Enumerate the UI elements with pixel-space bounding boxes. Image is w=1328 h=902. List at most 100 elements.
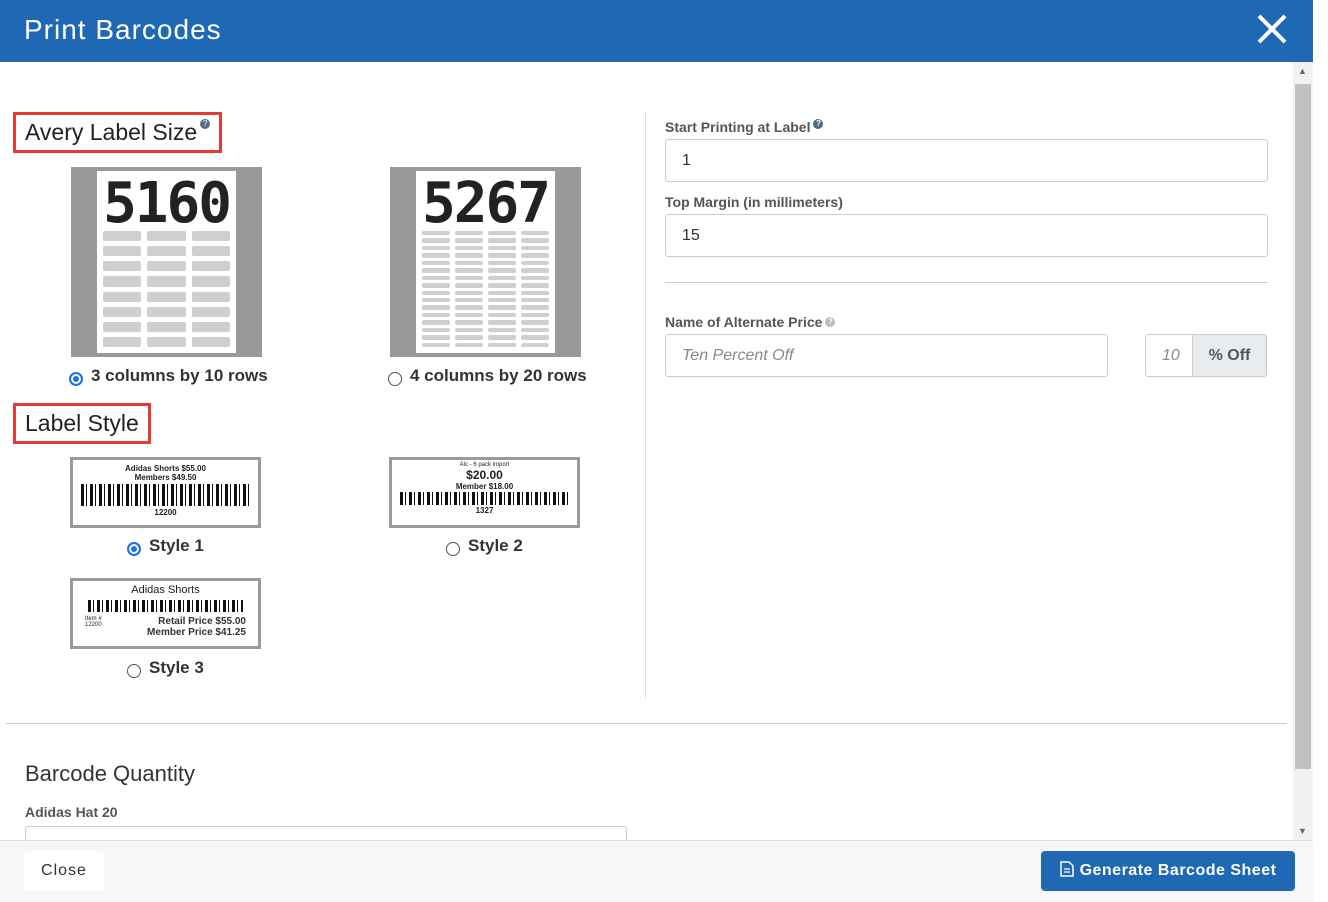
label-cell	[455, 260, 483, 266]
preview-text: 12200	[154, 508, 177, 517]
label-cell	[422, 283, 450, 288]
modal-footer: Close Generate Barcode Sheet	[0, 840, 1313, 902]
label-cell	[488, 231, 516, 236]
sheet-5160-image[interactable]: 5160	[71, 167, 262, 357]
radio-5267[interactable]: 4 columns by 20 rows	[388, 366, 587, 386]
label-cell	[147, 321, 186, 332]
modal-body: Avery Label Size? 5160 3 columns by 10 r…	[0, 62, 1293, 840]
label-cell	[521, 312, 549, 318]
quantity-input[interactable]: 20	[25, 826, 627, 840]
label-cell	[422, 305, 450, 310]
label-cell	[488, 342, 516, 347]
radio-label: Style 3	[149, 658, 204, 677]
label-cell	[521, 320, 549, 325]
sheet-code: 5160	[103, 171, 232, 236]
label-cell	[147, 306, 186, 317]
label-cell	[422, 335, 450, 340]
generate-barcode-sheet-button[interactable]: Generate Barcode Sheet	[1041, 851, 1295, 891]
form-divider	[665, 282, 1268, 283]
radio-style-3[interactable]: Style 3	[127, 658, 204, 678]
alt-price-name-input[interactable]: Ten Percent Off	[665, 334, 1108, 377]
radio-label: 3 columns by 10 rows	[91, 366, 268, 385]
label-cell	[521, 238, 549, 243]
label-cell	[488, 305, 516, 310]
close-button[interactable]: Close	[24, 851, 104, 891]
style-1-preview[interactable]: Adidas Shorts $55.00 Members $49.50 1220…	[70, 457, 261, 528]
start-label-label: Start Printing at Label?	[665, 119, 824, 135]
radio-button[interactable]	[127, 664, 141, 678]
avery-label-size-heading: Avery Label Size?	[13, 112, 223, 153]
style-2-preview[interactable]: Alc - 6 pack import $20.00 Member $18.00…	[389, 457, 580, 528]
scrollbar-thumb[interactable]	[1295, 84, 1311, 769]
preview-text: Member Price $41.25	[147, 627, 246, 638]
preview-text: Adidas Shorts $55.00	[125, 464, 206, 473]
radio-button[interactable]	[446, 542, 460, 556]
label-cell	[422, 342, 450, 347]
label-cell	[422, 268, 450, 273]
radio-style-2[interactable]: Style 2	[446, 536, 523, 556]
close-icon[interactable]	[1255, 12, 1289, 46]
label-cell	[521, 297, 549, 303]
label-cell	[455, 335, 483, 340]
label-cell	[147, 246, 186, 257]
label-cell	[422, 275, 450, 281]
label-cell	[455, 327, 483, 333]
label-cell	[103, 246, 142, 257]
scrollbar[interactable]: ▲ ▼	[1293, 62, 1313, 840]
label-cell	[147, 276, 186, 287]
radio-5160[interactable]: 3 columns by 10 rows	[69, 366, 268, 386]
label-cell	[103, 321, 142, 332]
preview-text: Retail Price $55.00	[158, 616, 246, 627]
label-cell	[147, 336, 186, 347]
quantity-item-label: Adidas Hat 20	[25, 804, 118, 820]
radio-button[interactable]	[69, 372, 83, 386]
scroll-up-icon[interactable]: ▲	[1298, 66, 1307, 76]
label-cell	[103, 306, 142, 317]
percent-off-addon: % Off	[1192, 334, 1267, 377]
heading-text: Avery Label Size	[25, 119, 198, 145]
label-cell	[422, 320, 450, 325]
help-icon[interactable]: ?	[825, 317, 836, 327]
label-cell	[422, 238, 450, 243]
preview-text: Member $18.00	[455, 482, 514, 491]
label-cell	[521, 260, 549, 266]
radio-button[interactable]	[127, 542, 141, 556]
label-cell	[191, 246, 230, 257]
label-cell	[488, 283, 516, 288]
label-cell	[521, 290, 549, 295]
label-cell	[191, 291, 230, 302]
barcode-quantity-heading: Barcode Quantity	[25, 761, 195, 786]
label-cell	[147, 231, 186, 242]
label-cell	[488, 327, 516, 333]
help-icon[interactable]: ?	[200, 119, 211, 129]
start-label-input[interactable]: 1	[665, 139, 1268, 182]
radio-button[interactable]	[388, 372, 402, 386]
scroll-down-icon[interactable]: ▼	[1298, 826, 1307, 836]
label-cell	[455, 253, 483, 258]
alt-price-label: Name of Alternate Price?	[665, 314, 836, 330]
label-cell	[521, 275, 549, 281]
label-style-heading: Label Style	[13, 403, 151, 444]
sheet-5267-image[interactable]: 5267	[390, 167, 581, 357]
label-cell	[521, 305, 549, 310]
style-3-preview[interactable]: Adidas Shorts Item #12200 Retail Price $…	[70, 578, 261, 649]
preview-text: 12200	[85, 622, 102, 628]
label-cell	[488, 253, 516, 258]
label-cell	[488, 320, 516, 325]
label-cell	[191, 336, 230, 347]
modal-header: Print Barcodes	[0, 0, 1313, 62]
label-cell	[422, 297, 450, 303]
top-margin-input[interactable]: 15	[665, 214, 1268, 257]
preview-text: Members $49.50	[134, 473, 197, 482]
radio-label: 4 columns by 20 rows	[410, 366, 587, 385]
label-cell	[521, 283, 549, 288]
label-cell	[488, 268, 516, 273]
help-icon[interactable]: ?	[813, 119, 824, 129]
radio-style-1[interactable]: Style 1	[127, 536, 204, 556]
label-cell	[103, 336, 142, 347]
barcode-graphic	[88, 600, 243, 612]
label-cell	[191, 306, 230, 317]
label-cell	[521, 335, 549, 340]
percent-off-input[interactable]: 10	[1145, 334, 1193, 377]
label-cell	[488, 275, 516, 281]
